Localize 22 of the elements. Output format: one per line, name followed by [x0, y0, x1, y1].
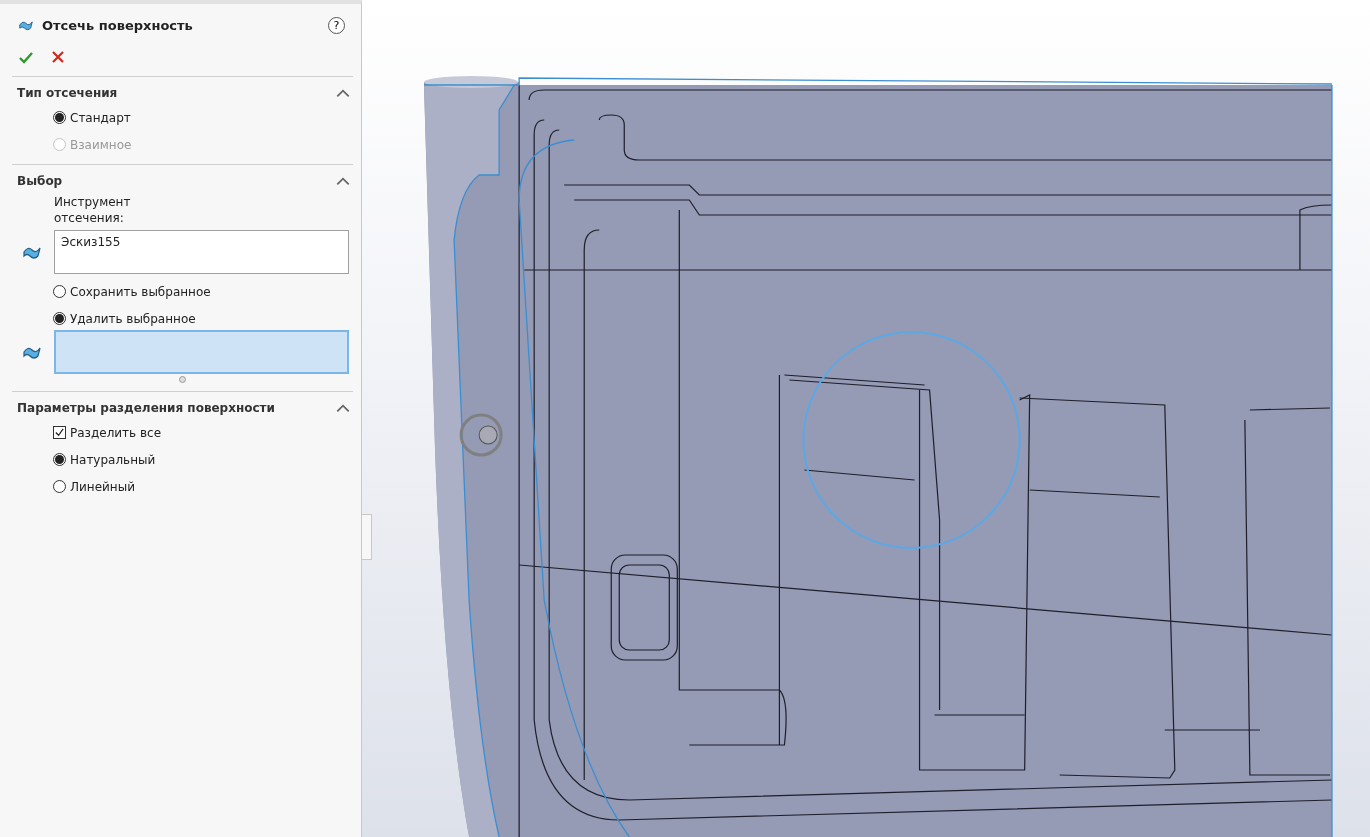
section-title: Параметры разделения поверхности — [17, 401, 275, 415]
checkmark-icon — [54, 427, 65, 438]
radio-option[interactable]: Натуральный — [53, 448, 156, 471]
checkmark-icon — [18, 50, 34, 64]
close-icon — [50, 50, 66, 64]
radio-option[interactable]: Стандарт — [53, 106, 131, 129]
selection-list-field[interactable]: Эскиз155 — [54, 230, 349, 274]
section-title: Тип отсечения — [17, 86, 118, 100]
checkbox-option[interactable]: Разделить все — [53, 421, 162, 444]
radio-option[interactable]: Сохранить выбранное — [53, 280, 211, 303]
panel-collapse-handle[interactable] — [362, 514, 372, 560]
selection-list-field[interactable] — [54, 330, 349, 374]
radio-option[interactable]: Линейный — [53, 475, 135, 498]
resize-grip[interactable] — [179, 376, 186, 383]
help-button[interactable]: ? — [328, 16, 345, 34]
panel-title: Отсечь поверхность — [42, 17, 194, 33]
rotation-center-icon — [459, 413, 503, 457]
field-label: Инструмент отсечения: — [54, 194, 132, 226]
section-title: Выбор — [17, 174, 63, 188]
cancel-button[interactable] — [50, 50, 66, 64]
radio-option[interactable]: Удалить выбранное — [53, 307, 196, 330]
ok-button[interactable] — [18, 50, 34, 64]
